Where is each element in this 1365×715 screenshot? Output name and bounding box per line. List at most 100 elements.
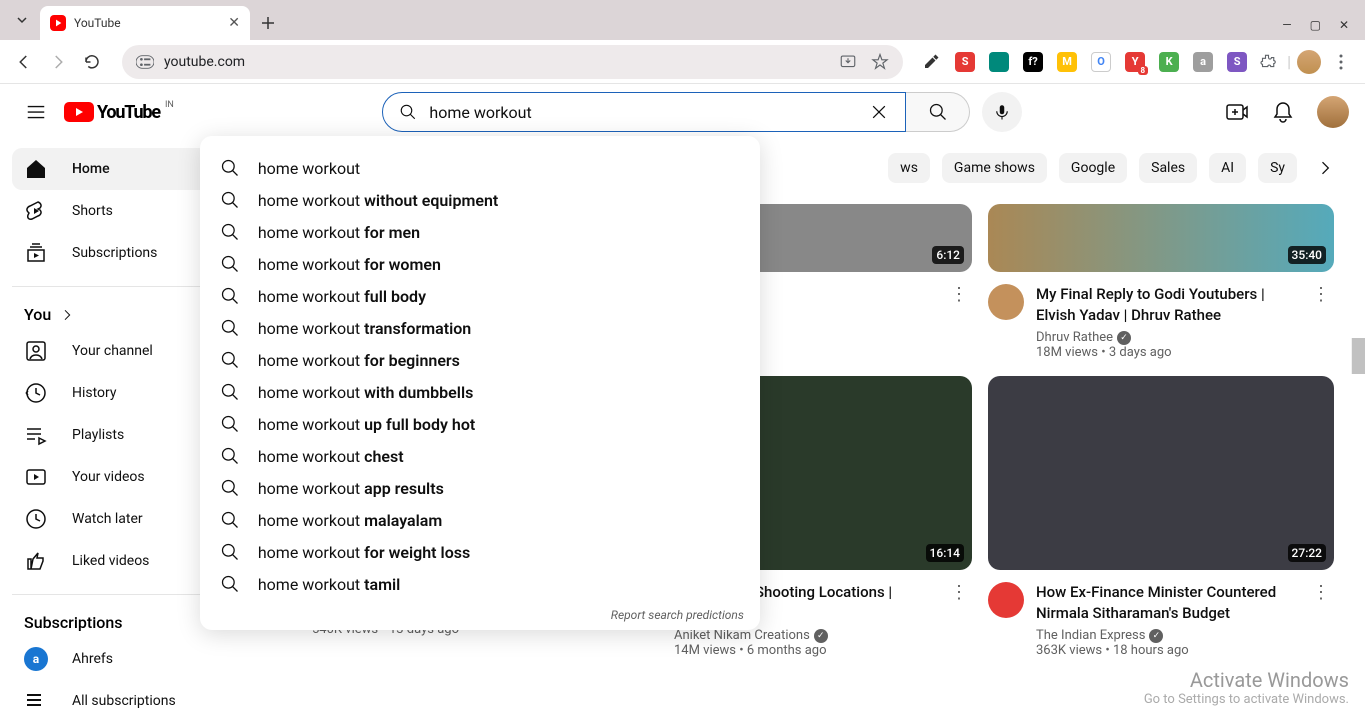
search-icon bbox=[220, 382, 240, 402]
address-bar[interactable]: youtube.com bbox=[122, 45, 903, 79]
extension-icon[interactable]: S bbox=[955, 52, 975, 72]
install-app-icon[interactable] bbox=[839, 53, 857, 71]
windows-activation-watermark: Activate Windows Go to Settings to activ… bbox=[1144, 668, 1349, 707]
channel-name[interactable]: Dhruv Rathee bbox=[1036, 330, 1296, 345]
search-suggestion[interactable]: home workout chest bbox=[200, 440, 760, 472]
channel-avatar[interactable] bbox=[988, 284, 1024, 320]
verified-icon bbox=[1149, 629, 1163, 643]
search-suggestion[interactable]: home workout tamil bbox=[200, 568, 760, 600]
new-tab-button[interactable] bbox=[254, 9, 282, 37]
home-icon bbox=[24, 157, 48, 181]
search-suggestion[interactable]: home workout app results bbox=[200, 472, 760, 504]
search-icon bbox=[220, 510, 240, 530]
search-suggestion[interactable]: home workout for beginners bbox=[200, 344, 760, 376]
tab-search-dropdown[interactable] bbox=[8, 6, 36, 34]
search-suggestion[interactable]: home workout up full body hot bbox=[200, 408, 760, 440]
url-text: youtube.com bbox=[164, 54, 829, 70]
search-container: home workouthome workout without equipme… bbox=[160, 92, 1205, 132]
extension-icon[interactable]: f? bbox=[1023, 52, 1043, 72]
video-stats: 18M views • 3 days ago bbox=[1036, 345, 1296, 360]
youtube-logo[interactable]: YouTube IN bbox=[64, 102, 160, 123]
search-icon bbox=[220, 222, 240, 242]
video-menu-button[interactable]: ⋮ bbox=[1308, 582, 1334, 658]
guide-menu-button[interactable] bbox=[16, 92, 56, 132]
minimize-button[interactable]: — bbox=[1282, 18, 1291, 32]
extension-icon[interactable]: S bbox=[1227, 52, 1247, 72]
clear-search-icon[interactable] bbox=[869, 102, 889, 122]
sidebar-item-all-subscriptions[interactable]: All subscriptions bbox=[12, 680, 240, 715]
site-settings-icon[interactable] bbox=[136, 55, 154, 69]
account-avatar[interactable] bbox=[1317, 96, 1349, 128]
filter-chip[interactable]: ws bbox=[888, 153, 930, 183]
forward-button[interactable] bbox=[44, 48, 72, 76]
search-suggestion[interactable]: home workout for women bbox=[200, 248, 760, 280]
extension-icon[interactable]: Y8 bbox=[1125, 52, 1145, 72]
channel-name[interactable]: The Indian Express bbox=[1036, 628, 1296, 643]
profile-avatar[interactable] bbox=[1297, 50, 1321, 74]
extension-icon[interactable]: K bbox=[1159, 52, 1179, 72]
video-menu-button[interactable]: ⋮ bbox=[1308, 284, 1334, 360]
search-button[interactable] bbox=[906, 92, 970, 132]
video-thumbnail[interactable]: 27:22 bbox=[988, 376, 1334, 570]
search-suggestion[interactable]: home workout transformation bbox=[200, 312, 760, 344]
liked-videos-icon bbox=[24, 549, 48, 573]
verified-icon bbox=[814, 629, 828, 643]
search-suggestions-dropdown: home workouthome workout without equipme… bbox=[200, 136, 760, 630]
voice-search-button[interactable] bbox=[982, 92, 1022, 132]
create-button[interactable] bbox=[1225, 100, 1249, 124]
channel-name[interactable]: Aniket Nikam Creations bbox=[674, 628, 934, 643]
video-card[interactable]: 27:22 How Ex-Finance Minister Countered … bbox=[988, 376, 1334, 658]
subscriptions-icon bbox=[24, 241, 48, 265]
youtube-header: YouTube IN home workouthome workout with… bbox=[0, 84, 1365, 140]
watch-later-icon bbox=[24, 507, 48, 531]
extension-icon[interactable]: a bbox=[1193, 52, 1213, 72]
sidebar-subscription-channel[interactable]: aAhrefs bbox=[12, 638, 240, 680]
search-box[interactable] bbox=[382, 92, 906, 132]
search-suggestion[interactable]: home workout for men bbox=[200, 216, 760, 248]
header-actions bbox=[1225, 96, 1349, 128]
extensions-button[interactable] bbox=[1253, 48, 1281, 76]
extension-icon[interactable]: O bbox=[1091, 52, 1111, 72]
video-thumbnail[interactable]: 35:40 bbox=[988, 204, 1334, 272]
search-suggestion[interactable]: home workout malayalam bbox=[200, 504, 760, 536]
bookmark-icon[interactable] bbox=[871, 53, 889, 71]
search-suggestion[interactable]: home workout for weight loss bbox=[200, 536, 760, 568]
playlists-icon bbox=[24, 423, 48, 447]
video-menu-button[interactable]: ⋮ bbox=[946, 582, 972, 658]
browser-tab[interactable]: YouTube ✕ bbox=[40, 6, 250, 40]
filter-chip[interactable]: Sales bbox=[1139, 153, 1197, 183]
extension-icon[interactable] bbox=[989, 52, 1009, 72]
search-input[interactable] bbox=[429, 103, 857, 122]
video-card[interactable]: 35:40 My Final Reply to Godi Youtubers |… bbox=[988, 204, 1334, 360]
chrome-menu-button[interactable] bbox=[1327, 48, 1355, 76]
notifications-button[interactable] bbox=[1271, 100, 1295, 124]
search-suggestion[interactable]: home workout without equipment bbox=[200, 184, 760, 216]
reload-button[interactable] bbox=[78, 48, 106, 76]
search-suggestion[interactable]: home workout full body bbox=[200, 280, 760, 312]
youtube-app: YouTube IN home workouthome workout with… bbox=[0, 84, 1365, 715]
scrollbar-thumb[interactable] bbox=[1351, 338, 1365, 374]
browser-toolbar: youtube.com Sf?MOY8KaS | bbox=[0, 40, 1365, 84]
youtube-logo-icon bbox=[64, 102, 94, 122]
back-button[interactable] bbox=[10, 48, 38, 76]
video-stats: 14M views • 6 months ago bbox=[674, 643, 934, 658]
close-button[interactable]: ✕ bbox=[1339, 18, 1349, 32]
filter-chip[interactable]: Google bbox=[1059, 153, 1127, 183]
filter-chip[interactable]: Sy bbox=[1258, 153, 1297, 183]
tab-close-icon[interactable]: ✕ bbox=[228, 15, 240, 31]
filter-chip[interactable]: Game shows bbox=[942, 153, 1047, 183]
search-suggestion[interactable]: home workout bbox=[200, 152, 760, 184]
video-menu-button[interactable]: ⋮ bbox=[946, 284, 972, 320]
window-controls: — ▢ ✕ bbox=[1282, 18, 1349, 32]
channel-avatar-icon: a bbox=[24, 647, 48, 671]
extension-icon[interactable] bbox=[921, 52, 941, 72]
history-icon bbox=[24, 381, 48, 405]
filter-chip[interactable]: AI bbox=[1209, 153, 1246, 183]
search-icon bbox=[220, 446, 240, 466]
channel-avatar[interactable] bbox=[988, 582, 1024, 618]
chips-scroll-right[interactable] bbox=[1309, 152, 1341, 184]
search-suggestion[interactable]: home workout with dumbbells bbox=[200, 376, 760, 408]
extension-icon[interactable]: M bbox=[1057, 52, 1077, 72]
maximize-button[interactable]: ▢ bbox=[1310, 18, 1321, 32]
report-predictions-link[interactable]: Report search predictions bbox=[200, 600, 760, 622]
